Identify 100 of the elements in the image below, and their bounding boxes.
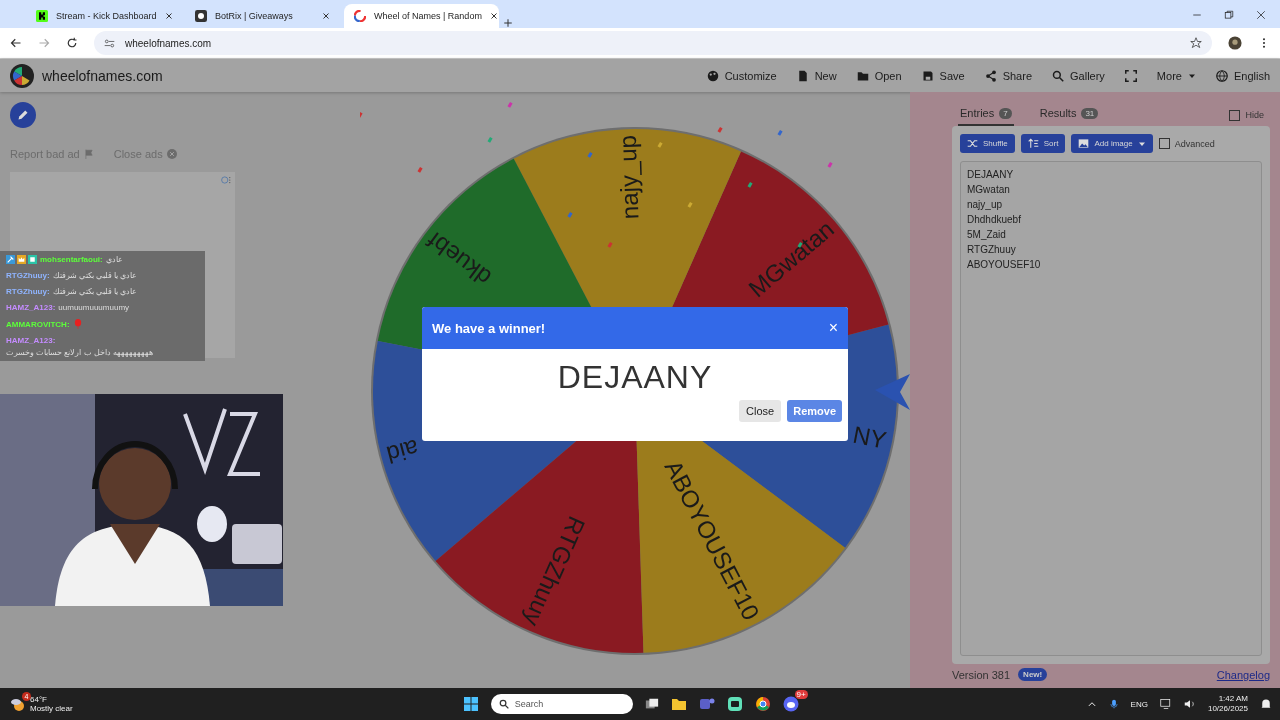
close-button[interactable]: Close [739, 400, 782, 422]
winner-name: DEJAANY [556, 359, 714, 396]
chat-username: HAMZ_A123: [6, 303, 56, 312]
globe-icon [1215, 69, 1228, 82]
chevron-up-icon [1086, 699, 1097, 709]
close-circle-icon [166, 149, 177, 159]
avatar-icon [1228, 36, 1242, 50]
taskbar-search[interactable]: Search [490, 694, 633, 714]
folder-icon [856, 69, 869, 82]
file-icon [796, 69, 809, 82]
tool-button[interactable]: Sort [1020, 134, 1066, 153]
new-badge: New! [1018, 668, 1048, 681]
nav-button[interactable]: Open [856, 69, 902, 82]
hide-checkbox[interactable]: Hide [1229, 109, 1264, 121]
close-icon [164, 12, 173, 20]
weather-icon [10, 696, 26, 712]
share-icon [984, 69, 997, 82]
chat-message: عادي [105, 255, 123, 264]
folder-icon [670, 696, 687, 712]
nav-button[interactable]: Customize [706, 69, 777, 82]
wheel-icon [354, 10, 366, 22]
temperature-text: 64°F [30, 695, 48, 704]
tool-button[interactable]: Shuffle [960, 134, 1015, 153]
search-icon [498, 699, 509, 709]
nav-button[interactable]: English [1215, 69, 1270, 82]
image-icon [1078, 138, 1090, 149]
bot-icon [726, 696, 743, 712]
shuffle-icon [967, 138, 978, 149]
chat-username: mohsentarfaoui: [40, 255, 103, 264]
nav-button[interactable]: Save [921, 69, 965, 82]
chrome-icon [754, 696, 771, 712]
wheel-pointer [875, 374, 910, 410]
nav-button[interactable]: Share [984, 69, 1032, 82]
clock-time[interactable]: 1:42 AM [1207, 693, 1248, 704]
reload-icon [66, 37, 78, 49]
new-tab-icon [503, 18, 513, 28]
star-icon [1190, 37, 1202, 49]
palette-icon [706, 69, 719, 82]
nav-button[interactable]: More [1156, 69, 1196, 82]
restore-icon [1224, 10, 1234, 20]
logo-icon [10, 63, 34, 88]
network-icon [1159, 698, 1172, 710]
bell-icon [1260, 698, 1272, 710]
nav-button[interactable]: Gallery [1052, 69, 1105, 82]
advanced-checkbox[interactable]: Advanced [1158, 138, 1215, 149]
edit-button[interactable] [10, 102, 36, 128]
notification-badge: 9+ [794, 690, 808, 699]
chat-message: uumuumuuumuumy [58, 303, 130, 312]
nav-button[interactable]: New [796, 69, 837, 82]
close-button[interactable]: × [828, 319, 838, 337]
version-text: Version 381 [952, 668, 1011, 681]
chat-username: AMMAROVITCH: [6, 319, 70, 329]
site-settings-icon [104, 37, 115, 49]
kick-icon [36, 10, 48, 22]
remove-button[interactable]: Remove [787, 400, 842, 422]
volume-icon [1183, 698, 1196, 710]
nav-button[interactable] [1124, 69, 1137, 82]
teams-icon [698, 696, 715, 712]
bot-icon [195, 10, 207, 22]
close-icon [1256, 10, 1266, 20]
back-icon [10, 37, 22, 49]
ad-info-icon [221, 175, 231, 185]
site-logo[interactable]: wheelofnames.com [42, 67, 163, 84]
hammer-badge-icon [6, 255, 15, 264]
dialog-title: We have a winner! [432, 320, 546, 336]
chat-message: هههههههههه داخل ب ارلانع حسابات وخسرت [6, 348, 154, 357]
task-view-icon [644, 697, 659, 711]
save-icon [921, 69, 934, 82]
weather-text: Mostly clear [30, 704, 73, 713]
chat-message: عادي يا قلبي بكتي شرفتك [52, 271, 138, 280]
slice-label: aid [383, 434, 422, 469]
close-icon [489, 12, 498, 20]
pencil-icon [17, 109, 29, 121]
browser-tab[interactable]: BotRix | Giveaways [185, 4, 340, 28]
entries-textarea[interactable]: DEJAANY MGwatan najy_up Dhdhdkuebf 5M_Zaid RTGZhuuy ABOYOUSEF10 [960, 161, 1262, 656]
slice-label: NY [850, 420, 889, 454]
close-icon [322, 12, 330, 20]
language-indicator[interactable]: ENG [1130, 699, 1148, 709]
chat-username: HAMZ_A123: [6, 336, 56, 345]
browser-tab[interactable]: Stream - Kick Dashboard [26, 4, 181, 28]
browser-tab[interactable]: Wheel of Names | Random [344, 4, 499, 28]
search-icon [1052, 69, 1064, 82]
flag-icon [83, 149, 94, 159]
microphone-icon [1108, 699, 1119, 709]
panel-tab[interactable]: Results 31 [1037, 104, 1101, 126]
sort-icon [1027, 138, 1039, 149]
changelog-link[interactable]: Changelog [1216, 668, 1270, 681]
forward-icon [38, 37, 50, 49]
fullscreen-icon [1124, 69, 1137, 82]
tool-button[interactable]: Add image [1071, 134, 1153, 153]
crown-badge-icon [17, 255, 26, 264]
clock-date[interactable]: 10/26/2025 [1207, 704, 1248, 715]
chat-username: RTGZhuuy: [6, 271, 50, 280]
discord-icon [782, 696, 799, 712]
windows-icon [462, 696, 479, 712]
gift-badge-icon [28, 255, 37, 264]
chat-username: RTGZhuuy: [6, 287, 50, 296]
chat-message: عادي يا قلبي بكتي شرفتك [52, 287, 138, 296]
address-bar[interactable]: wheelofnames.com [94, 31, 1212, 55]
slice-label: najy_up [613, 134, 644, 220]
